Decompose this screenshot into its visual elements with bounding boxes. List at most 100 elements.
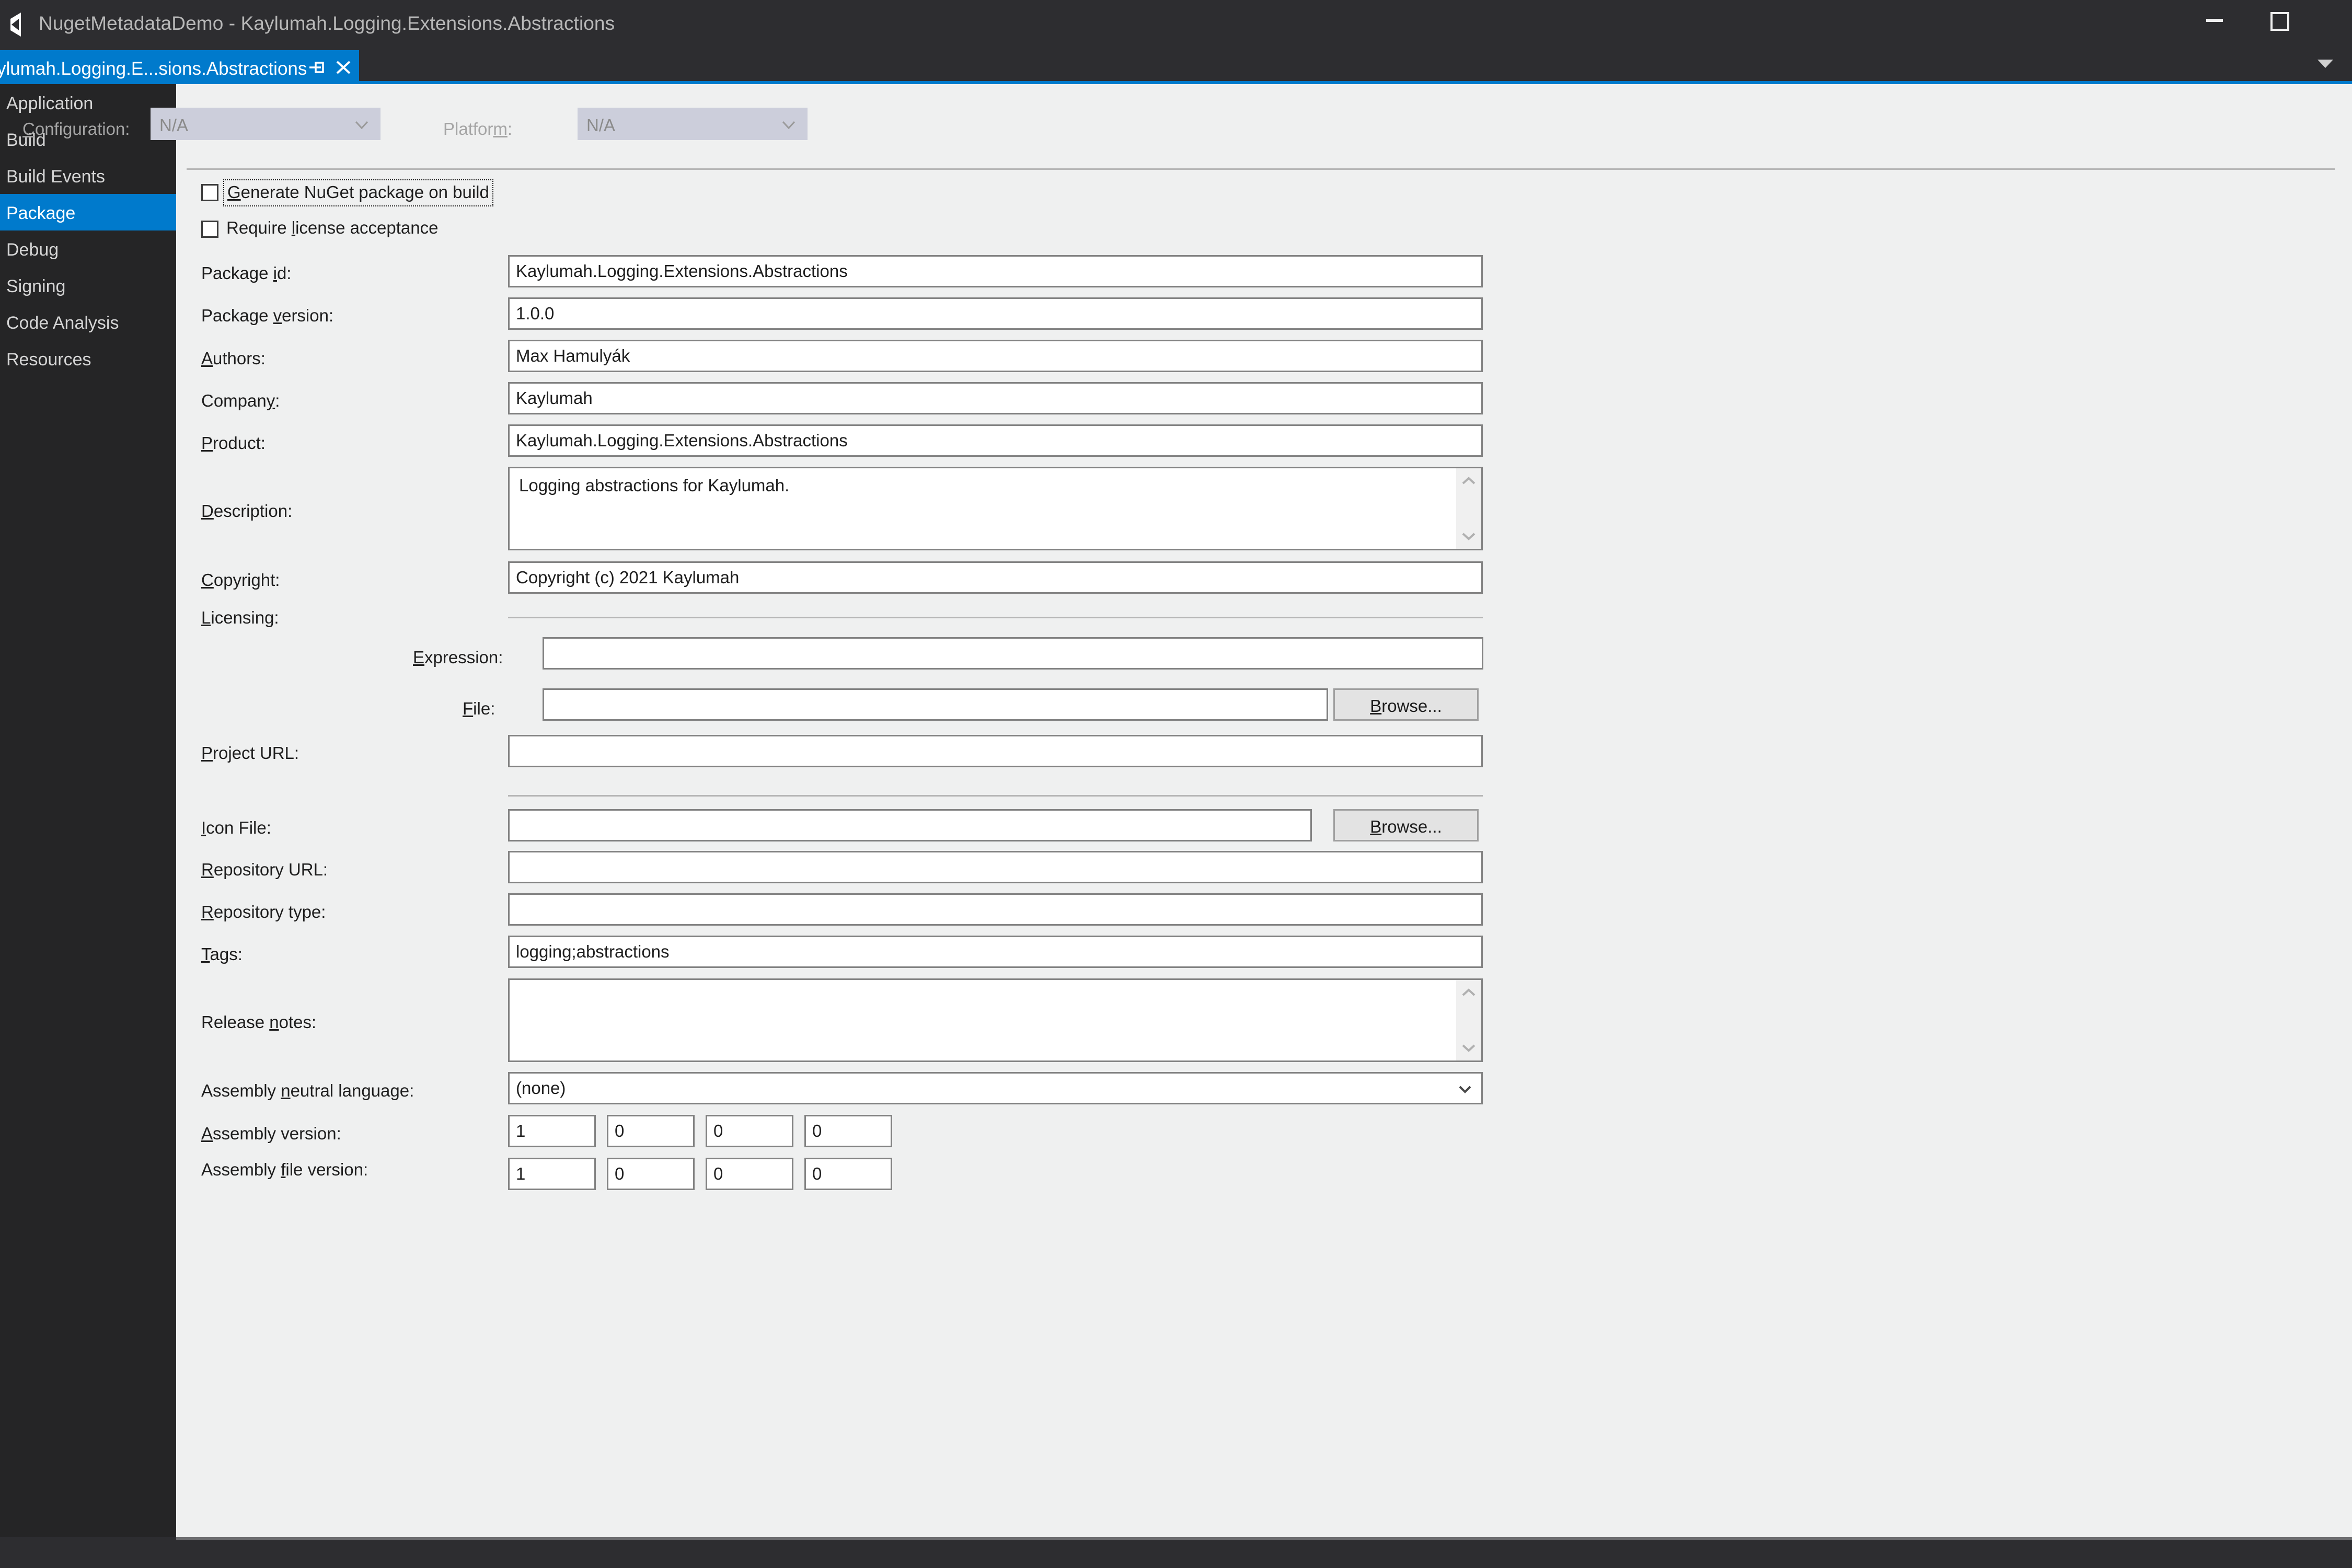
assembly-neutral-language-value: (none) (516, 1078, 566, 1098)
package-id-value: Kaylumah.Logging.Extensions.Abstractions (516, 261, 848, 281)
chevron-up-icon[interactable] (1462, 477, 1475, 485)
repository-type-input[interactable] (508, 893, 1483, 926)
tags-label: Tags: (201, 944, 243, 964)
chevron-down-icon[interactable] (1462, 532, 1475, 540)
company-value: Kaylumah (516, 388, 593, 408)
assembly-file-version-major-input[interactable]: 1 (508, 1158, 596, 1190)
maximize-icon (2270, 12, 2289, 31)
sidebar-item-application[interactable]: Application (0, 84, 176, 121)
platform-select[interactable]: N/A (578, 108, 808, 140)
authors-label: Authors: (201, 349, 266, 368)
license-expression-label: Expression: (413, 648, 503, 667)
release-notes-scrollbar[interactable] (1456, 980, 1481, 1060)
sidebar-item-label: Build Events (6, 167, 105, 187)
sidebar-item-label: Debug (6, 240, 59, 260)
sidebar-item-signing[interactable]: Signing (0, 267, 176, 304)
product-label: Product: (201, 433, 266, 453)
require-license-acceptance-label: Require license acceptance (226, 218, 439, 237)
chevron-down-icon (1459, 1086, 1471, 1093)
platform-label: Platform: (443, 119, 513, 139)
description-value: Logging abstractions for Kaylumah. (519, 476, 790, 495)
assembly-version-major-value: 1 (516, 1121, 526, 1140)
generate-nuget-package-text: Generate NuGet package on build (227, 182, 489, 202)
icon-file-browse-label: Browse... (1370, 817, 1442, 836)
assembly-version-minor-input[interactable]: 0 (607, 1115, 695, 1147)
tags-value: logging;abstractions (516, 942, 670, 961)
tags-input[interactable]: logging;abstractions (508, 936, 1483, 968)
sidebar-item-resources[interactable]: Resources (0, 340, 176, 377)
package-id-label: Package id: (201, 263, 292, 283)
license-file-label: File: (463, 699, 495, 718)
copyright-value: Copyright (c) 2021 Kaylumah (516, 568, 740, 587)
sidebar-item-label: Code Analysis (6, 313, 119, 333)
license-expression-input[interactable] (543, 637, 1483, 670)
chevron-down-icon (782, 121, 795, 129)
assembly-file-version-major-value: 1 (516, 1164, 526, 1183)
package-id-input[interactable]: Kaylumah.Logging.Extensions.Abstractions (508, 255, 1483, 287)
company-input[interactable]: Kaylumah (508, 382, 1483, 414)
product-input[interactable]: Kaylumah.Logging.Extensions.Abstractions (508, 424, 1483, 457)
close-icon[interactable] (335, 60, 352, 75)
license-file-input[interactable] (543, 688, 1328, 721)
configuration-label: Configuration: (22, 119, 130, 139)
maximize-button[interactable] (2247, 0, 2313, 50)
sidebar-item-debug[interactable]: Debug (0, 230, 176, 267)
repository-type-label: Repository type: (201, 902, 326, 921)
chevron-down-icon[interactable] (2316, 59, 2334, 69)
license-file-browse-button[interactable]: Browse... (1333, 688, 1479, 721)
assembly-version-major-input[interactable]: 1 (508, 1115, 596, 1147)
assembly-version-build-input[interactable]: 0 (706, 1115, 793, 1147)
sidebar-item-label: Signing (6, 276, 66, 296)
icon-section-divider (508, 795, 1483, 797)
window-title: NugetMetadataDemo - Kaylumah.Logging.Ext… (39, 13, 615, 34)
assembly-version-revision-value: 0 (812, 1121, 822, 1140)
product-value: Kaylumah.Logging.Extensions.Abstractions (516, 431, 848, 450)
project-url-input[interactable] (508, 735, 1483, 767)
configuration-select[interactable]: N/A (151, 108, 381, 140)
sidebar-item-code-analysis[interactable]: Code Analysis (0, 304, 176, 340)
sidebar-item-package[interactable]: Package (0, 194, 188, 230)
assembly-neutral-language-label: Assembly neutral language: (201, 1081, 414, 1100)
icon-file-browse-button[interactable]: Browse... (1333, 809, 1479, 841)
repository-url-input[interactable] (508, 851, 1483, 883)
platform-value: N/A (586, 116, 616, 135)
description-textarea[interactable]: Logging abstractions for Kaylumah. (508, 467, 1483, 550)
copyright-label: Copyright: (201, 570, 280, 590)
pin-icon[interactable] (308, 60, 326, 75)
minimize-icon (2206, 19, 2223, 22)
assembly-file-version-build-value: 0 (713, 1164, 723, 1183)
licensing-label: Licensing: (201, 608, 279, 627)
icon-file-input[interactable] (508, 809, 1312, 841)
project-url-label: Project URL: (201, 743, 299, 763)
settings-sidebar: Application Build Build Events Package D… (0, 84, 188, 1537)
chevron-up-icon[interactable] (1462, 988, 1475, 997)
description-label: Description: (201, 501, 293, 521)
assembly-file-version-build-input[interactable]: 0 (706, 1158, 793, 1190)
copyright-input[interactable]: Copyright (c) 2021 Kaylumah (508, 561, 1483, 594)
generate-nuget-package-label[interactable]: Generate NuGet package on build (223, 179, 493, 206)
license-file-browse-label: Browse... (1370, 696, 1442, 716)
package-version-input[interactable]: 1.0.0 (508, 297, 1483, 330)
chevron-down-icon[interactable] (1462, 1044, 1475, 1052)
tab-label: ylumah.Logging.E...sions.Abstractions (0, 59, 307, 79)
assembly-file-version-revision-input[interactable]: 0 (804, 1158, 892, 1190)
tab-package-properties[interactable]: ylumah.Logging.E...sions.Abstractions (0, 50, 359, 82)
description-scrollbar[interactable] (1456, 468, 1481, 549)
title-bar: NugetMetadataDemo - Kaylumah.Logging.Ext… (0, 0, 2352, 50)
assembly-version-revision-input[interactable]: 0 (804, 1115, 892, 1147)
package-version-value: 1.0.0 (516, 304, 555, 323)
sidebar-item-build-events[interactable]: Build Events (0, 157, 176, 194)
require-license-acceptance-checkbox[interactable] (201, 221, 218, 238)
assembly-version-label: Assembly version: (201, 1124, 341, 1143)
icon-file-label: Icon File: (201, 818, 271, 837)
authors-value: Max Hamulyák (516, 346, 630, 365)
authors-input[interactable]: Max Hamulyák (508, 340, 1483, 372)
assembly-file-version-label: Assembly file version: (201, 1160, 368, 1179)
section-divider (187, 168, 2335, 170)
assembly-file-version-minor-input[interactable]: 0 (607, 1158, 695, 1190)
generate-nuget-package-checkbox[interactable] (201, 184, 218, 201)
release-notes-textarea[interactable] (508, 978, 1483, 1062)
minimize-button[interactable] (2182, 0, 2247, 50)
assembly-neutral-language-select[interactable]: (none) (508, 1072, 1483, 1104)
assembly-version-build-value: 0 (713, 1121, 723, 1140)
